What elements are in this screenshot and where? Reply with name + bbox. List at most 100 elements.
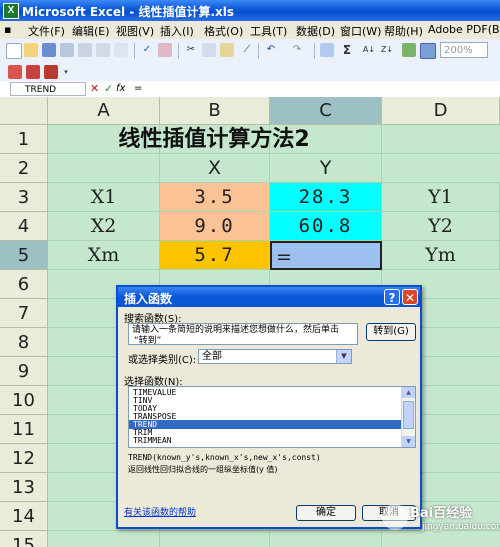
insert-function-icon[interactable]: fx — [116, 82, 125, 96]
menu-format[interactable]: 格式(O) — [204, 23, 243, 39]
row-header-5[interactable]: 5 — [0, 241, 48, 270]
redo-icon[interactable]: ↷ — [290, 43, 304, 57]
cell-d4[interactable]: Y2 — [382, 212, 500, 241]
search-function-input[interactable]: 请输入一条简短的说明来描述您想做什么，然后单击 “转到” — [128, 323, 358, 346]
row-header-9[interactable]: 9 — [0, 357, 48, 386]
open-icon[interactable] — [24, 43, 38, 57]
function-help-link[interactable]: 有关该函数的帮助 — [124, 505, 196, 518]
sheet-title-cell[interactable]: 线性插值计算方法2 — [48, 125, 380, 154]
column-header-b[interactable]: B — [160, 97, 270, 125]
cell-a4[interactable]: X2 — [48, 212, 160, 241]
cell-c5-active[interactable]: = — [270, 241, 382, 270]
go-button[interactable]: 转到(G) — [366, 323, 416, 341]
dialog-close-button[interactable]: ✕ — [402, 289, 418, 305]
ok-button[interactable]: 确定 — [296, 505, 356, 521]
function-list-item-selected[interactable]: TREND — [129, 420, 401, 429]
menu-help[interactable]: 帮助(H) — [384, 23, 423, 39]
chevron-down-icon[interactable]: ▼ — [336, 350, 351, 363]
new-icon[interactable] — [6, 43, 22, 59]
permission-icon[interactable] — [60, 43, 74, 57]
cell-c4[interactable]: 60.8 — [270, 212, 382, 241]
dialog-help-button[interactable]: ? — [384, 289, 400, 305]
name-box[interactable]: TREND — [10, 82, 86, 96]
row-header-4[interactable]: 4 — [0, 212, 48, 241]
menu-insert[interactable]: 插入(I) — [160, 23, 194, 39]
menu-bar: ▪ 文件(F) 编辑(E) 视图(V) 插入(I) 格式(O) 工具(T) 数据… — [0, 21, 500, 40]
function-list-scrollbar[interactable]: ▲ ▼ — [401, 387, 415, 447]
toolbar-separator — [178, 43, 179, 59]
cell-c2[interactable]: Y — [270, 154, 382, 183]
function-list-item[interactable]: TRIMMEAN — [133, 436, 172, 445]
format-painter-icon[interactable]: ⟋ — [240, 43, 254, 57]
menu-adobe-pdf[interactable]: Adobe PDF(B) — [428, 23, 500, 36]
row-header-6[interactable]: 6 — [0, 270, 48, 299]
pdf-convert-icon[interactable] — [8, 65, 22, 79]
row-header-8[interactable]: 8 — [0, 328, 48, 357]
row-header-2[interactable]: 2 — [0, 154, 48, 183]
formula-bar: TREND ✕ ✓ fx = — [0, 81, 500, 98]
column-header-d[interactable]: D — [382, 97, 500, 125]
pdf-toolbar: ▾ — [0, 63, 500, 82]
row-header-1[interactable]: 1 — [0, 125, 48, 154]
menu-excel-icon[interactable]: ▪ — [4, 23, 11, 36]
zoom-select[interactable]: 200% — [440, 42, 488, 58]
scroll-up-icon[interactable]: ▲ — [402, 387, 415, 398]
column-header-a[interactable]: A — [48, 97, 160, 125]
cell-b5[interactable]: 5.7 — [160, 241, 270, 270]
row-header-13[interactable]: 13 — [0, 473, 48, 502]
row-header-10[interactable]: 10 — [0, 386, 48, 415]
copy-icon[interactable] — [202, 43, 216, 57]
row-header-12[interactable]: 12 — [0, 444, 48, 473]
sort-ascending-icon[interactable]: A↓ — [362, 43, 376, 57]
cell-d3[interactable]: Y1 — [382, 183, 500, 212]
category-select[interactable]: 全部 ▼ — [198, 349, 352, 364]
cell-a5[interactable]: Xm — [48, 241, 160, 270]
hyperlink-icon[interactable] — [320, 43, 334, 57]
select-all-corner[interactable] — [0, 97, 48, 125]
excel-icon: X — [3, 3, 19, 19]
menu-view[interactable]: 视图(V) — [116, 23, 154, 39]
email-icon[interactable] — [78, 43, 92, 57]
scroll-thumb[interactable] — [403, 401, 414, 429]
formula-input[interactable]: = — [134, 82, 142, 96]
toolbar-options-icon[interactable]: ▾ — [62, 65, 70, 79]
research-icon[interactable] — [158, 43, 172, 57]
window-title: Microsoft Excel - 线性插值计算.xls — [22, 5, 235, 19]
cell-b4[interactable]: 9.0 — [160, 212, 270, 241]
cell-b3[interactable]: 3.5 — [160, 183, 270, 212]
cell-c3[interactable]: 28.3 — [270, 183, 382, 212]
undo-icon[interactable]: ↶ — [264, 43, 278, 57]
pdf-email-icon[interactable] — [26, 65, 40, 79]
dialog-title-bar[interactable]: 插入函数 ? ✕ — [118, 287, 420, 307]
chart-wizard-icon[interactable] — [402, 43, 416, 57]
autosum-icon[interactable]: Σ — [340, 43, 354, 57]
print-preview-icon[interactable] — [114, 43, 128, 57]
pdf-review-icon[interactable] — [44, 65, 58, 79]
save-icon[interactable] — [42, 43, 56, 57]
row-header-3[interactable]: 3 — [0, 183, 48, 212]
cut-icon[interactable]: ✂ — [184, 43, 198, 57]
paste-icon[interactable] — [220, 43, 234, 57]
drawing-icon[interactable] — [420, 43, 436, 59]
spelling-icon[interactable]: ✓ — [140, 43, 154, 57]
cell-a3[interactable]: X1 — [48, 183, 160, 212]
function-list[interactable]: TIMEVALUE TINV TODAY TRANSPOSE TREND TRI… — [128, 386, 416, 448]
enter-formula-icon[interactable]: ✓ — [104, 82, 113, 96]
cell-b2[interactable]: X — [160, 154, 270, 183]
row-header-15[interactable]: 15 — [0, 531, 48, 547]
cancel-formula-icon[interactable]: ✕ — [90, 82, 99, 96]
sort-descending-icon[interactable]: Z↓ — [380, 43, 394, 57]
print-icon[interactable] — [96, 43, 110, 57]
menu-file[interactable]: 文件(F) — [28, 23, 65, 39]
menu-window[interactable]: 窗口(W) — [340, 23, 381, 39]
column-header-c[interactable]: C — [270, 97, 382, 125]
scroll-down-icon[interactable]: ▼ — [402, 436, 415, 447]
toolbar-separator — [134, 43, 135, 59]
row-header-7[interactable]: 7 — [0, 299, 48, 328]
row-header-14[interactable]: 14 — [0, 502, 48, 531]
menu-tools[interactable]: 工具(T) — [250, 23, 287, 39]
menu-data[interactable]: 数据(D) — [296, 23, 335, 39]
row-header-11[interactable]: 11 — [0, 415, 48, 444]
menu-edit[interactable]: 编辑(E) — [72, 23, 110, 39]
cell-d5[interactable]: Ym — [382, 241, 500, 270]
